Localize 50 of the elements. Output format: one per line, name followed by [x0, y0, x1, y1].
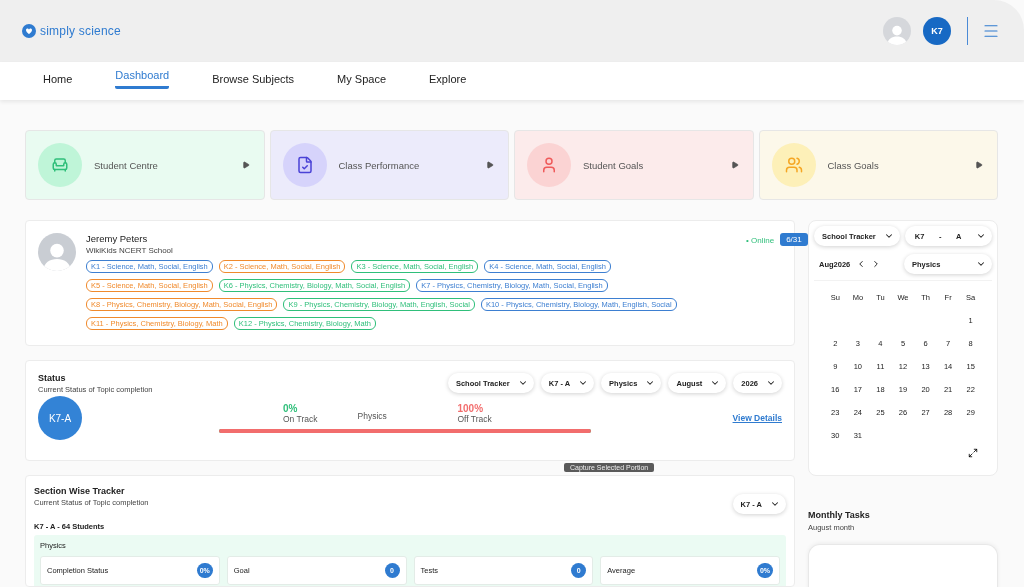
play-icon [730, 161, 739, 169]
chevron-down-icon [976, 259, 986, 269]
chevron-down-icon [517, 378, 528, 388]
nav-tab[interactable]: Browse Subjects [212, 69, 295, 93]
menu-button[interactable] [982, 22, 1000, 40]
section-title: Status [38, 373, 67, 383]
report-icon [295, 156, 314, 174]
card-label: Student Goals [583, 159, 645, 171]
chevron-down-icon [883, 231, 894, 241]
play-icon [241, 161, 250, 169]
menu-icon [982, 22, 1000, 40]
nav-tab[interactable]: Home [43, 69, 73, 93]
card-label: Class Performance [338, 159, 421, 171]
chevron-down-icon [770, 499, 780, 509]
nav-tab[interactable]: Dashboard [115, 65, 170, 89]
count-badge: 6/31 [780, 233, 808, 246]
off-track-label: Off Track [457, 413, 492, 424]
subject-label: Physics [357, 410, 388, 421]
class-avatar: K7-A [38, 396, 82, 440]
off-track-value: 100% [457, 403, 485, 414]
quick-card[interactable]: Student Goals [514, 130, 754, 200]
online-status: • Online [746, 236, 775, 245]
play-icon [486, 161, 494, 169]
nav-tab[interactable]: Explore [429, 69, 467, 93]
chevron-down-icon [710, 378, 721, 388]
expand-icon [968, 448, 978, 458]
chevron-down-icon [766, 378, 776, 388]
school-name: WikiKids NCERT School [86, 246, 174, 255]
chevron-down-icon [645, 378, 656, 388]
card-label: Class Goals [827, 159, 880, 171]
quick-card[interactable]: Student Centre [25, 130, 265, 200]
logo[interactable]: simply science [22, 24, 121, 38]
quick-card[interactable]: Class Performance [269, 130, 509, 200]
quick-card[interactable]: Class Goals [758, 130, 998, 200]
expand-button[interactable] [968, 448, 978, 458]
user-badge[interactable]: K7 [923, 17, 951, 45]
logo-icon [22, 24, 36, 38]
view-details-link[interactable]: View Details [732, 413, 782, 423]
monthly-tasks-title: Monthly Tasks [808, 510, 871, 520]
on-track-label: On Track [283, 413, 318, 424]
card-label: Student Centre [94, 159, 159, 171]
on-track-value: 0% [283, 403, 299, 414]
play-icon [975, 161, 983, 169]
section-title: Section Wise Tracker [34, 486, 126, 496]
chevron-down-icon [578, 378, 589, 388]
nav-tab[interactable]: My Space [337, 69, 387, 93]
chevron-down-icon [976, 231, 986, 241]
group-icon [784, 156, 803, 174]
person-icon [540, 156, 558, 174]
student-name: Jeremy Peters [86, 233, 149, 244]
